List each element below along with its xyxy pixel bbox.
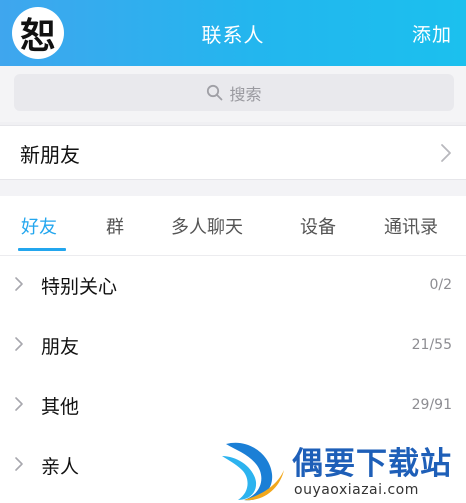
- section-gap: [0, 180, 466, 196]
- chevron-right-icon: [15, 277, 23, 291]
- search-section: 搜索: [0, 66, 466, 122]
- new-friends-label: 新朋友: [20, 143, 80, 167]
- avatar[interactable]: 恕: [12, 7, 64, 59]
- new-friends-row[interactable]: 新朋友: [0, 125, 466, 180]
- chevron-right-icon: [15, 397, 23, 411]
- tab-devices[interactable]: 设备: [300, 213, 336, 239]
- watermark-url: ouyaoxiazai.com: [294, 482, 419, 498]
- tab-address-book[interactable]: 通讯录: [384, 213, 438, 239]
- group-name: 朋友: [41, 336, 80, 358]
- group-name: 亲人: [41, 456, 80, 478]
- group-row-special-care[interactable]: 特别关心 0/2: [0, 256, 466, 316]
- group-count: 21/55: [411, 337, 452, 353]
- tab-multi-chat[interactable]: 多人聊天: [171, 213, 243, 239]
- chevron-right-icon: [15, 337, 23, 351]
- contact-tabs: 好友 群 多人聊天 设备 通讯录: [0, 196, 466, 256]
- active-tab-indicator: [18, 248, 66, 251]
- search-icon: [207, 84, 223, 101]
- search-placeholder: 搜索: [229, 84, 262, 104]
- group-row-others[interactable]: 其他 29/91: [0, 376, 466, 436]
- site-watermark: 偶要下载站 ouyaoxiazai.com: [218, 436, 466, 503]
- group-name: 特别关心: [41, 276, 118, 298]
- watermark-title: 偶要下载站: [292, 446, 452, 482]
- watermark-logo: [222, 442, 284, 501]
- search-input[interactable]: 搜索: [14, 74, 454, 111]
- header-bar: 恕 联系人 添加: [0, 0, 466, 66]
- tab-groups[interactable]: 群: [106, 213, 124, 239]
- tab-friends[interactable]: 好友: [21, 213, 57, 239]
- page-title: 联系人: [201, 22, 265, 47]
- group-row-friends[interactable]: 朋友 21/55: [0, 316, 466, 376]
- chevron-right-icon: [441, 144, 451, 162]
- chevron-right-icon: [15, 457, 23, 471]
- group-name: 其他: [41, 396, 80, 418]
- group-count: 29/91: [411, 397, 452, 413]
- avatar-char: 恕: [19, 15, 56, 57]
- add-button[interactable]: 添加: [412, 0, 452, 66]
- group-count: 0/2: [429, 277, 452, 293]
